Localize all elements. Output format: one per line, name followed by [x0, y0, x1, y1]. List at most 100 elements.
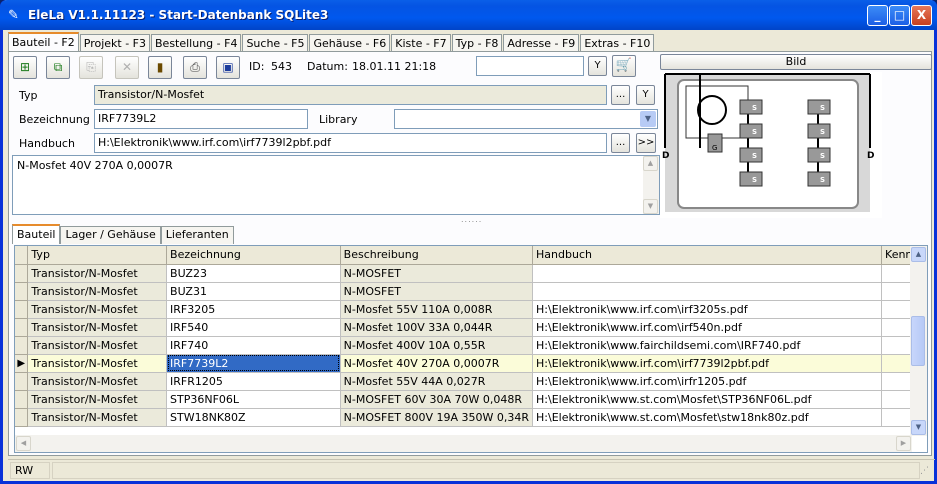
cell-bezeichnung[interactable]: IRF540	[166, 318, 341, 337]
row-indicator[interactable]	[15, 336, 29, 355]
cell-handbuch[interactable]: H:\Elektronik\www.irf.com\irf3205s.pdf	[532, 300, 883, 319]
cell-beschreibung[interactable]: N-MOSFET 800V 19A 350W 0,34R	[340, 408, 534, 427]
scroll-right-icon[interactable]: ▶	[896, 436, 911, 451]
row-indicator[interactable]	[15, 300, 29, 319]
cell-typ[interactable]: Transistor/N-Mosfet	[27, 372, 168, 391]
cell-bezeichnung[interactable]: BUZ23	[166, 264, 341, 283]
grid-horizontal-scrollbar[interactable]: ◀ ▶	[15, 435, 912, 452]
table-row[interactable]: Transistor/N-Mosfet IRFR1205 N-Mosfet 55V …	[15, 372, 927, 391]
cell-typ[interactable]: Transistor/N-Mosfet	[27, 300, 168, 319]
column-header-handbuch[interactable]: Handbuch	[532, 246, 883, 265]
cell-beschreibung[interactable]: N-MOSFET 60V 30A 70W 0,048R	[340, 390, 534, 409]
cell-typ[interactable]: Transistor/N-Mosfet	[27, 336, 168, 355]
notes-scrollbar[interactable]: ▲ ▼	[643, 156, 659, 214]
column-header-bezeichnung[interactable]: Bezeichnung	[166, 246, 341, 265]
minimize-button[interactable]: _	[867, 5, 888, 26]
bezeichnung-field[interactable]: IRF7739L2	[94, 109, 308, 129]
subtab-lieferanten[interactable]: Lieferanten	[160, 226, 234, 244]
title-bar[interactable]: ✎ EleLa V1.1.11123 - Start-Datenbank SQL…	[0, 0, 937, 30]
cell-bezeichnung[interactable]: IRF740	[166, 336, 341, 355]
cell-bezeichnung[interactable]: STP36NF06L	[166, 390, 341, 409]
tab-bauteil[interactable]: Bauteil - F2	[8, 32, 79, 53]
close-button[interactable]: X	[911, 5, 932, 26]
table-row[interactable]: Transistor/N-Mosfet BUZ23 N-MOSFET	[15, 264, 927, 283]
print-icon[interactable]: ⎙	[183, 56, 207, 79]
cell-typ[interactable]: Transistor/N-Mosfet	[27, 318, 168, 337]
row-indicator[interactable]: ▶	[15, 354, 29, 373]
table-row[interactable]: ▶ Transistor/N-Mosfet IRF7739L2 N-Mosfet 40…	[15, 354, 927, 373]
scroll-up-icon[interactable]: ▲	[911, 247, 926, 262]
cell-bezeichnung[interactable]: IRF3205	[166, 300, 341, 319]
cell-beschreibung[interactable]: N-Mosfet 40V 270A 0,0007R	[340, 354, 534, 373]
new-part-icon[interactable]: ⊞	[13, 56, 37, 79]
save-icon[interactable]: ▣	[216, 56, 240, 79]
subtab-lager[interactable]: Lager / Gehäuse	[60, 226, 161, 244]
scroll-up-icon[interactable]: ▲	[643, 156, 658, 171]
cart-icon[interactable]: 🛒	[612, 55, 636, 77]
handbuch-browse-button[interactable]: ...	[611, 133, 630, 153]
cell-beschreibung[interactable]: N-Mosfet 400V 10A 0,55R	[340, 336, 534, 355]
resize-grip-icon[interactable]: ⋰	[920, 466, 929, 476]
cell-beschreibung[interactable]: N-Mosfet 55V 44A 0,027R	[340, 372, 534, 391]
copy-part-icon[interactable]: ⧉	[46, 56, 70, 79]
cell-bezeichnung[interactable]: STW18NK80Z	[166, 408, 341, 427]
row-indicator[interactable]	[15, 318, 29, 337]
chevron-down-icon[interactable]: ▼	[640, 111, 656, 127]
typ-y-button[interactable]: Y	[636, 85, 655, 105]
parts-grid[interactable]: Typ Bezeichnung Beschreibung Handbuch Ke…	[14, 245, 928, 453]
cell-bezeichnung[interactable]: BUZ31	[166, 282, 341, 301]
book-icon[interactable]: ▮	[148, 56, 172, 79]
cell-handbuch[interactable]: H:\Elektronik\www.fairchildsemi.com\IRF7…	[532, 336, 883, 355]
search-input[interactable]	[476, 56, 584, 76]
maximize-button[interactable]: □	[889, 5, 910, 26]
cell-handbuch[interactable]: H:\Elektronik\www.irf.com\irfr1205.pdf	[532, 372, 883, 391]
cell-beschreibung[interactable]: N-MOSFET	[340, 264, 534, 283]
search-y-button[interactable]: Y	[588, 56, 607, 76]
cell-beschreibung[interactable]: N-Mosfet 55V 110A 0,008R	[340, 300, 534, 319]
cell-bezeichnung[interactable]: IRF7739L2	[166, 354, 341, 373]
cell-beschreibung[interactable]: N-Mosfet 100V 33A 0,044R	[340, 318, 534, 337]
column-header-beschreibung[interactable]: Beschreibung	[340, 246, 534, 265]
cell-typ[interactable]: Transistor/N-Mosfet	[27, 264, 168, 283]
typ-field[interactable]: Transistor/N-Mosfet	[94, 85, 607, 105]
cell-beschreibung[interactable]: N-MOSFET	[340, 282, 534, 301]
bild-button[interactable]: Bild	[660, 54, 932, 70]
splitter-grip[interactable]: ......	[461, 215, 482, 224]
row-indicator[interactable]	[15, 264, 29, 283]
table-row[interactable]: Transistor/N-Mosfet IRF740 N-Mosfet 400V 1…	[15, 336, 927, 355]
notes-textarea[interactable]: N-Mosfet 40V 270A 0,0007R ▲ ▼	[12, 155, 660, 215]
cell-handbuch[interactable]: H:\Elektronik\www.irf.com\irf540n.pdf	[532, 318, 883, 337]
cell-bezeichnung[interactable]: IRFR1205	[166, 372, 341, 391]
row-indicator[interactable]	[15, 390, 29, 409]
column-header-typ[interactable]: Typ	[27, 246, 168, 265]
grid-vertical-scrollbar[interactable]: ▲ ▼	[910, 246, 927, 436]
cell-handbuch[interactable]: H:\Elektronik\www.irf.com\irf7739l2pbf.p…	[532, 354, 883, 373]
table-row[interactable]: Transistor/N-Mosfet IRF3205 N-Mosfet 55V 1…	[15, 300, 927, 319]
scroll-down-icon[interactable]: ▼	[911, 420, 926, 435]
typ-browse-button[interactable]: ...	[611, 85, 630, 105]
row-indicator[interactable]	[15, 408, 29, 427]
cell-handbuch[interactable]	[532, 282, 883, 301]
cell-handbuch[interactable]: H:\Elektronik\www.st.com\Mosfet\STP36NF0…	[532, 390, 883, 409]
table-row[interactable]: Transistor/N-Mosfet STP36NF06L N-MOSFET 60…	[15, 390, 927, 409]
cell-handbuch[interactable]	[532, 264, 883, 283]
table-row[interactable]: Transistor/N-Mosfet IRF540 N-Mosfet 100V 3…	[15, 318, 927, 337]
scroll-down-icon[interactable]: ▼	[643, 199, 658, 214]
table-row[interactable]: Transistor/N-Mosfet STW18NK80Z N-MOSFET 80…	[15, 408, 927, 427]
table-row[interactable]: Transistor/N-Mosfet BUZ31 N-MOSFET	[15, 282, 927, 301]
cell-typ[interactable]: Transistor/N-Mosfet	[27, 408, 168, 427]
cell-handbuch[interactable]: H:\Elektronik\www.st.com\Mosfet\stw18nk8…	[532, 408, 883, 427]
subtab-bauteil[interactable]: Bauteil	[12, 224, 61, 244]
handbuch-open-button[interactable]: >>	[636, 133, 656, 153]
row-indicator[interactable]	[15, 282, 29, 301]
paste-part-icon[interactable]: ⎘	[79, 56, 103, 79]
scroll-left-icon[interactable]: ◀	[16, 436, 31, 451]
scroll-thumb[interactable]	[911, 316, 925, 366]
handbuch-field[interactable]: H:\Elektronik\www.irf.com\irf7739l2pbf.p…	[94, 133, 607, 153]
cell-typ[interactable]: Transistor/N-Mosfet	[27, 390, 168, 409]
library-dropdown[interactable]: ▼	[394, 109, 658, 129]
cell-typ[interactable]: Transistor/N-Mosfet	[27, 282, 168, 301]
row-indicator[interactable]	[15, 372, 29, 391]
delete-icon[interactable]: ✕	[115, 56, 139, 79]
cell-typ[interactable]: Transistor/N-Mosfet	[27, 354, 168, 373]
